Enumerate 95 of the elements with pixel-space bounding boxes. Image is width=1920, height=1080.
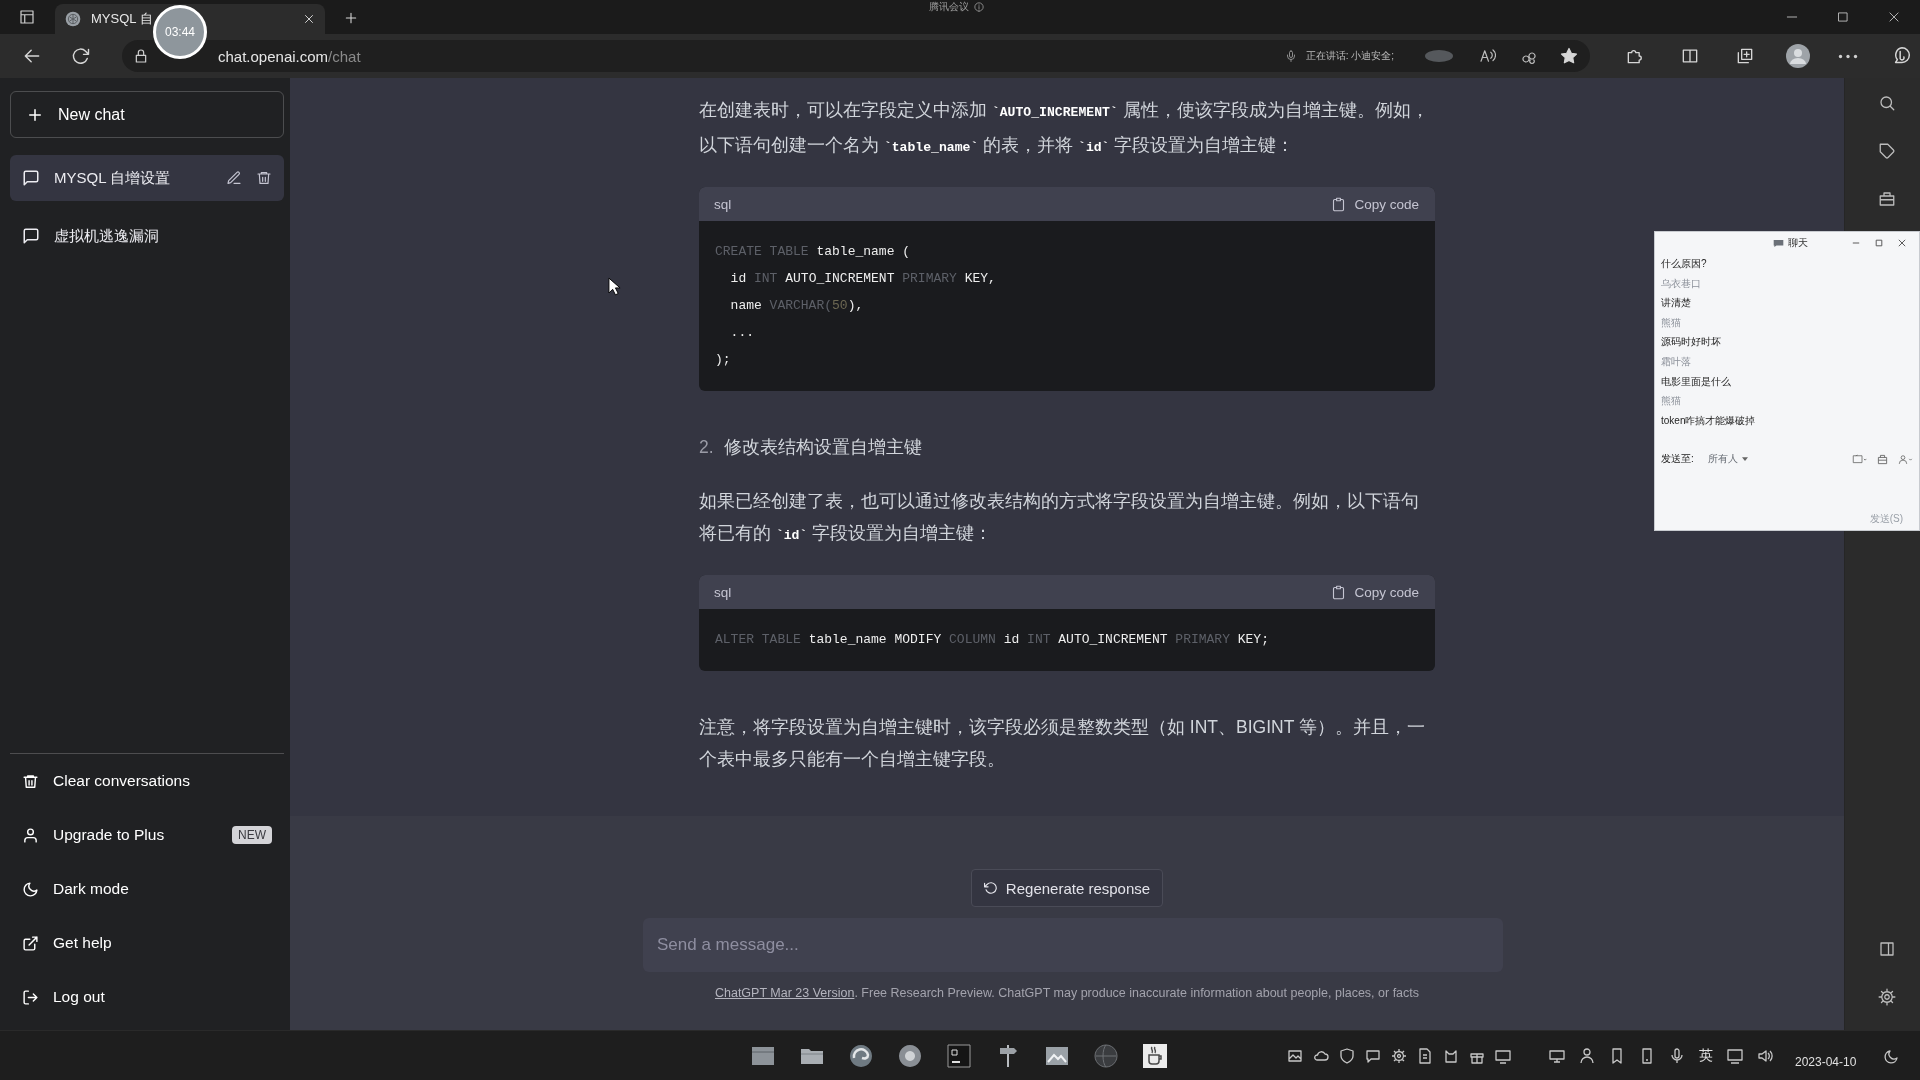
clipboard-icon	[1331, 584, 1347, 600]
briefcase-icon[interactable]	[1875, 453, 1890, 465]
address-bar[interactable]: chat.openai.com/chat 正在讲话: 小迪安全;	[122, 40, 1590, 72]
maximize-icon[interactable]	[1836, 10, 1850, 24]
screen-share-icon[interactable]	[1852, 453, 1867, 465]
person-icon[interactable]	[1579, 1047, 1595, 1064]
copy-code-button[interactable]: Copy code	[1331, 584, 1419, 600]
reload-icon[interactable]	[71, 46, 91, 66]
mic-icon[interactable]	[1669, 1047, 1685, 1064]
shield-icon[interactable]	[1339, 1047, 1355, 1064]
sidebar-menu-item[interactable]: Clear conversations	[10, 758, 284, 804]
disclaimer-text: ChatGPT Mar 23 Version. Free Research Preview. ChatGPT may produce inaccurate information about people, places, or facts	[714, 986, 1420, 1000]
sender-name: 霜叶落	[1661, 354, 1692, 369]
chat-bubble-icon	[22, 227, 40, 245]
code-language: sql	[714, 196, 732, 212]
message-paragraph: 注意，将字段设置为自增主键时，该字段必须是整数类型（如 INT、BIGINT 等）。并且，一个表中最多只能有一个自增主键字段。	[699, 716, 1426, 771]
plus-icon[interactable]	[343, 10, 359, 26]
chat-window-icon	[1773, 238, 1784, 248]
image-icon[interactable]	[1287, 1047, 1303, 1064]
code-text: CREATE TABLE table_name ( id INT AUTO_INCREMENT PRIMARY KEY, name VARCHAR(50), ... );	[714, 243, 997, 369]
briefcase-icon[interactable]	[1877, 190, 1896, 208]
conversation-item[interactable]: MYSQL 自增设置	[10, 155, 284, 201]
sidebar-menu-item[interactable]: Dark mode	[10, 866, 284, 912]
conversation-item[interactable]: 虚拟机逃逸漏洞	[10, 213, 284, 259]
window-layout-icon[interactable]	[18, 8, 36, 26]
regenerate-button[interactable]: Regenerate response	[970, 869, 1164, 907]
user-icon	[22, 826, 39, 844]
sidebar-menu-item[interactable]: Get help	[10, 920, 284, 966]
search-icon[interactable]	[1877, 94, 1896, 112]
input-method-indicator[interactable]: 英	[1699, 1046, 1713, 1065]
close-icon[interactable]	[303, 13, 315, 25]
coffee-cup-icon[interactable]	[1141, 1041, 1169, 1070]
monitor-icon[interactable]	[1495, 1047, 1511, 1064]
list-item-text: 修改表结构设置自增主键	[723, 436, 922, 459]
chat-message: token咋搞才能爆破掉	[1661, 413, 1757, 428]
trash-icon[interactable]	[256, 170, 272, 186]
chat-message: 电影里面是什么	[1661, 374, 1732, 389]
refresh-icon	[983, 881, 998, 895]
sidebar-menu-item[interactable]: Upgrade to Plus NEW	[10, 812, 284, 858]
copy-code-button[interactable]: Copy code	[1331, 196, 1419, 212]
sidebar-menu-item[interactable]: Log out	[10, 974, 284, 1020]
blurred-icon	[1424, 49, 1454, 63]
close-icon[interactable]	[1887, 10, 1901, 24]
new-chat-button[interactable]: New chat	[10, 91, 284, 138]
gear-icon[interactable]	[1391, 1047, 1407, 1064]
display-icon[interactable]	[1549, 1047, 1565, 1064]
code-language: sql	[714, 584, 732, 600]
recipient-dropdown[interactable]: 所有人	[1707, 452, 1748, 467]
chat-window-title: 聊天	[1788, 236, 1808, 250]
caret-icon	[1741, 457, 1748, 462]
tablet-icon[interactable]	[1639, 1047, 1655, 1064]
screen-icon[interactable]	[1727, 1047, 1743, 1064]
pointer-cursor-icon	[608, 277, 621, 296]
clipboard-icon	[1331, 196, 1347, 212]
code-text: ALTER TABLE table_name MODIFY COLUMN id INT AUTO_INCREMENT PRIMARY KEY;	[714, 631, 1270, 649]
tag-icon[interactable]	[1877, 142, 1896, 160]
document-icon[interactable]	[1417, 1047, 1433, 1064]
chat-message: 什么原因?	[1661, 257, 1708, 271]
send-to-label: 发送至:	[1661, 452, 1694, 467]
sender-name: 乌衣巷口	[1661, 276, 1702, 291]
star-icon[interactable]	[1560, 47, 1578, 65]
pencil-icon[interactable]	[226, 170, 242, 186]
moon-icon	[22, 880, 39, 898]
message-paragraph: 在创建表时，可以在字段定义中添加 `AUTO_INCREMENT` 属性，使该字段成为自增主键。例如，以下语句创建一个名为 `table_name` 的表，并将 `id` 字段设置为自增主键：	[699, 99, 1430, 157]
chat-bubble-icon	[22, 169, 40, 187]
chat-message: 源码时好时坏	[1661, 335, 1722, 350]
sphere-icon[interactable]	[1092, 1041, 1120, 1070]
message-icon[interactable]	[1365, 1047, 1381, 1064]
speaking-status: 正在讲话: 小迪安全;	[1305, 49, 1394, 63]
microphone-icon	[1284, 49, 1297, 63]
sender-name: 熊猫	[1661, 394, 1682, 409]
sender-name: 熊猫	[1661, 315, 1682, 330]
bookmark-icon[interactable]	[1609, 1047, 1625, 1064]
code-editor-icon[interactable]	[945, 1041, 973, 1070]
trash-icon	[22, 772, 39, 790]
message-paragraph: 如果已经创建了表，也可以通过修改表结构的方式将字段设置为自增主键。例如，以下语句将已有的 `id` 字段设置为自增主键：	[699, 490, 1420, 545]
logout-icon	[22, 988, 39, 1006]
more-icon[interactable]	[1838, 53, 1858, 59]
collections-icon[interactable]	[1735, 46, 1755, 66]
close-icon[interactable]	[1898, 239, 1906, 247]
chat-message: 讲清楚	[1661, 296, 1692, 311]
read-aloud-icon[interactable]	[1478, 47, 1496, 65]
maximize-icon[interactable]	[1875, 239, 1883, 247]
plan-badge: NEW	[232, 826, 272, 844]
settings-icon[interactable]	[1877, 988, 1896, 1006]
side-panel-icon[interactable]	[1877, 940, 1896, 958]
wheel-icon	[65, 11, 81, 27]
meeting-title-text: 腾讯会议	[929, 0, 969, 14]
lock-icon	[133, 48, 149, 64]
info-icon[interactable]	[974, 2, 984, 12]
message-input[interactable]: Send a message...	[643, 918, 1503, 972]
external-link-icon	[22, 934, 39, 952]
taskbar-date[interactable]: 2023-04-10	[1795, 1054, 1857, 1069]
profile-avatar-icon[interactable]	[1786, 44, 1810, 68]
list-number: 2.	[699, 436, 714, 459]
